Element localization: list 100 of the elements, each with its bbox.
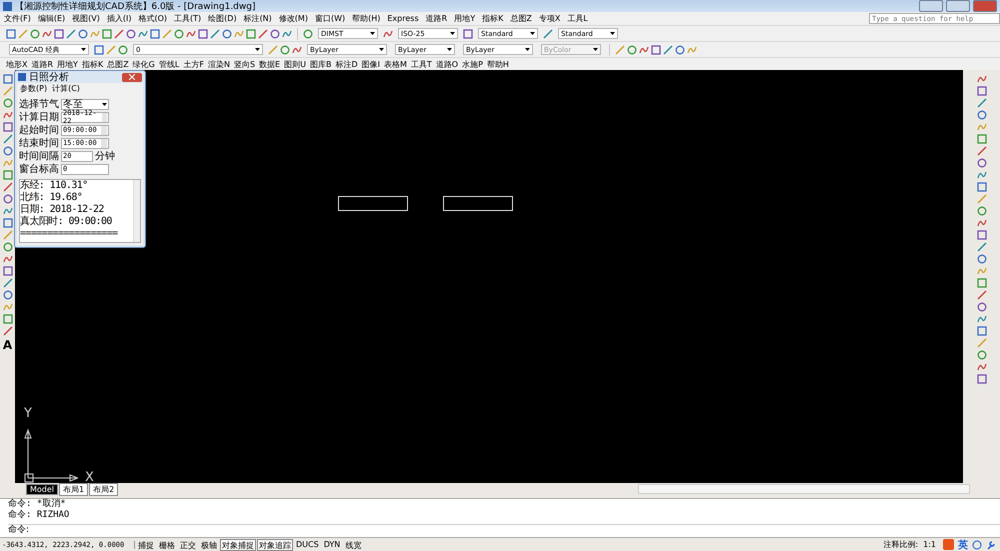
axis-label: Y [24, 406, 32, 421]
caret-icon [593, 48, 598, 51]
menu-item[interactable]: 渲染N [208, 58, 230, 70]
command-history-line: 命令: *取消* [8, 499, 67, 510]
close-button[interactable] [122, 72, 142, 82]
unit-label: 分钟 [95, 150, 115, 163]
vertical-scrollbar[interactable] [133, 180, 140, 242]
menu-item[interactable]: 视图(V) [72, 13, 100, 24]
result-line: 真太阳时: 09:00:00 [20, 216, 113, 228]
status-toggle[interactable]: DYN [322, 538, 342, 550]
menu-item[interactable]: 图库B [310, 58, 332, 70]
caret-icon [255, 48, 260, 51]
status-toggle[interactable]: 极轴 [199, 538, 219, 550]
layout-tab[interactable]: 布局1 [59, 482, 88, 496]
horizontal-scrollbar[interactable] [638, 484, 970, 494]
annotation-scale-value[interactable]: 1:1 [923, 540, 936, 549]
menu-item[interactable]: 指标K [482, 13, 504, 24]
status-toggle[interactable]: 对象捕捉 [220, 538, 256, 550]
menu-item[interactable]: 工具L [567, 13, 588, 24]
tool-icon[interactable] [383, 28, 393, 38]
menu-item[interactable]: 绿化G [132, 58, 155, 70]
close-icon [129, 74, 135, 80]
menu-item[interactable]: 土方F [183, 58, 204, 70]
status-toggle[interactable]: DUCS [294, 538, 321, 550]
menu-item[interactable]: 计算(C) [52, 83, 80, 95]
annotation-scale-label: 注释比例: [883, 539, 918, 550]
menu-item[interactable]: 指标K [82, 58, 104, 70]
menu-item[interactable]: 用地Y [454, 13, 476, 24]
menu-item[interactable]: 标注D [335, 58, 358, 70]
ime-logo-icon[interactable] [943, 539, 954, 550]
season-dropdown[interactable]: 冬至 [61, 98, 109, 110]
result-line: 北纬: 19.68° [20, 192, 84, 204]
dialog-title: 日照分析 [29, 70, 70, 84]
caret-icon [450, 32, 455, 35]
menu-item[interactable]: Express [387, 14, 419, 23]
menu-item[interactable]: 帮助(H) [352, 13, 380, 24]
menu-item[interactable]: 标注(N) [244, 13, 272, 24]
menu-item[interactable]: 工具(T) [174, 13, 202, 24]
menu-item[interactable]: 格式(O) [138, 13, 168, 24]
menu-item[interactable]: 道路R [426, 13, 448, 24]
caret-icon [102, 102, 107, 106]
menu-item[interactable]: 插入(I) [106, 13, 132, 24]
caret-icon [447, 48, 452, 51]
status-toggle[interactable]: 捕捉 [136, 538, 156, 550]
app-icon [18, 73, 26, 81]
wrench-icon[interactable] [986, 540, 996, 550]
ime-language-label[interactable]: 英 [958, 538, 968, 551]
menu-item[interactable]: 管线L [158, 58, 180, 70]
caret-icon [525, 48, 530, 51]
menu-item[interactable]: 窗口(W) [314, 13, 346, 24]
status-toggle[interactable]: 正交 [178, 538, 198, 550]
field-label: 窗台标高 [19, 162, 59, 176]
field-label: 起始时间 [19, 124, 59, 137]
caret-icon [81, 48, 86, 51]
tool-icon[interactable] [543, 28, 553, 38]
rectangle-shape [443, 196, 513, 211]
caret-icon [610, 32, 615, 35]
maximize-button[interactable] [946, 0, 970, 12]
menu-item[interactable]: 图像I [362, 58, 380, 70]
menu-item[interactable]: 表格M [384, 58, 407, 70]
ucs-axis-drawing [22, 426, 78, 484]
tool-icon[interactable] [463, 28, 473, 38]
command-history-line: 命令: RIZHAO [8, 510, 70, 521]
result-line: ================== [20, 228, 119, 240]
layout-tab[interactable]: Model [26, 484, 58, 494]
command-prompt[interactable]: 命令: [8, 524, 1000, 536]
menu-item[interactable]: 修改(M) [278, 13, 308, 24]
menu-item[interactable]: 总图Z [510, 13, 532, 24]
axis-label: X [85, 470, 94, 485]
status-toggle[interactable]: 栅格 [157, 538, 177, 550]
menu-item[interactable]: 水施P [462, 58, 483, 70]
menu-item[interactable]: 编辑(E) [38, 13, 66, 24]
menu-item[interactable]: 专项X [538, 13, 560, 24]
status-toggle[interactable]: 线宽 [343, 538, 364, 550]
field-label: 计算日期 [19, 110, 59, 124]
menu-item[interactable]: 文件(F) [4, 13, 31, 24]
field-label: 结束时间 [19, 136, 59, 150]
field-label: 选择节气 [19, 98, 59, 111]
caret-icon [379, 48, 384, 51]
text-tool-button[interactable]: A [2, 338, 12, 352]
menu-item[interactable]: 工具T [410, 58, 432, 70]
menu-item[interactable]: 地形X [6, 58, 28, 70]
menu-item[interactable]: 道路O [436, 58, 458, 70]
menu-item[interactable]: 参数(P) [20, 83, 48, 95]
layout-tab[interactable]: 布局2 [89, 482, 118, 496]
status-toggle[interactable]: 对象追踪 [257, 538, 293, 550]
menu-item[interactable]: 图则U [284, 58, 306, 70]
menu-item[interactable]: 绘图(D) [208, 13, 237, 24]
menu-item[interactable]: 道路R [31, 58, 54, 70]
rectangle-shape [338, 196, 408, 211]
minimize-button[interactable] [919, 0, 943, 12]
result-line: 日期: 2018-12-22 [20, 204, 105, 216]
menu-item[interactable]: 帮助H [486, 58, 509, 70]
menu-item[interactable]: 数据E [259, 58, 280, 70]
menu-item[interactable]: 总图Z [107, 58, 129, 70]
menu-item[interactable]: 竖向S [234, 58, 256, 70]
menu-item[interactable]: 用地Y [57, 58, 78, 70]
field-label: 时间间隔 [19, 150, 59, 163]
caret-icon [530, 32, 535, 35]
result-line: 东经: 110.31° [20, 180, 89, 192]
